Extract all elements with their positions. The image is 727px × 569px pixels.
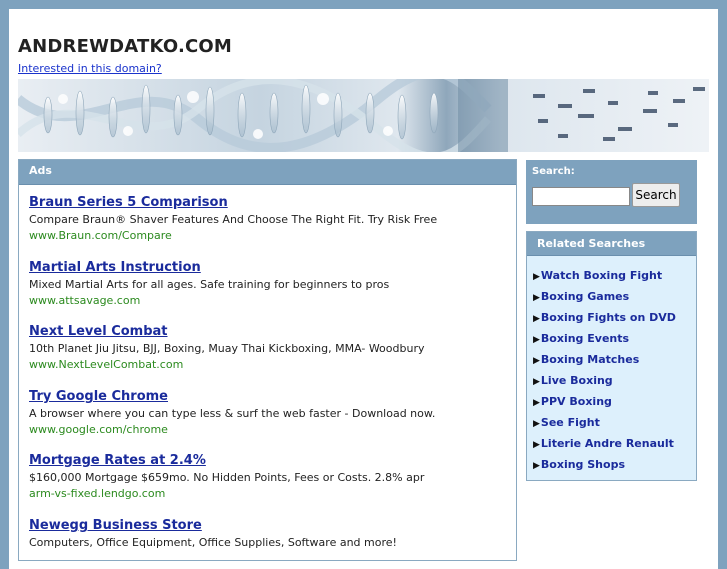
arrow-right-icon: ▶ bbox=[533, 314, 540, 324]
page-frame: ANDREWDATKO.COM Interested in this domai… bbox=[9, 9, 718, 569]
arrow-right-icon: ▶ bbox=[533, 440, 540, 450]
ad-description: Mixed Martial Arts for all ages. Safe tr… bbox=[29, 278, 390, 291]
arrow-right-icon: ▶ bbox=[533, 272, 540, 282]
related-search-link[interactable]: ▶Boxing Fights on DVD bbox=[533, 311, 696, 332]
search-label: Search: bbox=[532, 166, 575, 177]
ads-panel: Ads Braun Series 5 Comparison Compare Br… bbox=[18, 159, 517, 561]
related-search-label: Watch Boxing Fight bbox=[540, 269, 663, 282]
related-searches-panel: Related Searches ▶Watch Boxing Fight ▶Bo… bbox=[526, 231, 697, 481]
ad-description: $160,000 Mortgage $659mo. No Hidden Poin… bbox=[29, 471, 425, 484]
related-searches-list: ▶Watch Boxing Fight ▶Boxing Games ▶Boxin… bbox=[527, 256, 696, 479]
dna-graphic bbox=[18, 79, 705, 152]
related-search-link[interactable]: ▶Live Boxing bbox=[533, 374, 696, 395]
ad-item: Mortgage Rates at 2.4% $160,000 Mortgage… bbox=[29, 453, 424, 500]
related-search-label: Boxing Matches bbox=[540, 353, 640, 366]
related-search-link[interactable]: ▶PPV Boxing bbox=[533, 395, 696, 416]
arrow-right-icon: ▶ bbox=[533, 419, 540, 429]
ad-url-link[interactable]: www.google.com/chrome bbox=[29, 423, 435, 436]
domain-title: ANDREWDATKO.COM bbox=[18, 36, 233, 57]
ad-description: Computers, Office Equipment, Office Supp… bbox=[29, 536, 397, 549]
related-search-link[interactable]: ▶Boxing Events bbox=[533, 332, 696, 353]
arrow-right-icon: ▶ bbox=[533, 293, 540, 303]
arrow-right-icon: ▶ bbox=[533, 377, 540, 387]
ad-item: Try Google Chrome A browser where you ca… bbox=[29, 389, 435, 436]
interest-link[interactable]: Interested in this domain? bbox=[18, 62, 162, 75]
ad-url-link[interactable]: arm-vs-fixed.lendgo.com bbox=[29, 487, 424, 500]
related-search-label: Boxing Events bbox=[540, 332, 630, 345]
search-button[interactable]: Search bbox=[632, 183, 680, 207]
related-search-link[interactable]: ▶Boxing Games bbox=[533, 290, 696, 311]
related-search-link[interactable]: ▶Literie Andre Renault bbox=[533, 437, 696, 458]
ad-title-link[interactable]: Try Google Chrome bbox=[29, 389, 435, 404]
ad-url-link[interactable]: www.Braun.com/Compare bbox=[29, 229, 437, 242]
ad-title-link[interactable]: Martial Arts Instruction bbox=[29, 260, 389, 275]
search-input[interactable] bbox=[532, 187, 630, 206]
ad-url-link[interactable]: www.attsavage.com bbox=[29, 294, 389, 307]
arrow-right-icon: ▶ bbox=[533, 398, 540, 408]
related-search-link[interactable]: ▶Boxing Matches bbox=[533, 353, 696, 374]
related-search-label: Boxing Shops bbox=[540, 458, 625, 471]
ad-item: Braun Series 5 Comparison Compare Braun®… bbox=[29, 195, 437, 242]
related-search-label: Boxing Fights on DVD bbox=[540, 311, 676, 324]
related-search-label: Live Boxing bbox=[540, 374, 613, 387]
related-search-label: Literie Andre Renault bbox=[540, 437, 674, 450]
ad-item: Next Level Combat 10th Planet Jiu Jitsu,… bbox=[29, 324, 424, 371]
arrow-right-icon: ▶ bbox=[533, 461, 540, 471]
ad-description: 10th Planet Jiu Jitsu, BJJ, Boxing, Muay… bbox=[29, 342, 425, 355]
arrow-right-icon: ▶ bbox=[533, 335, 540, 345]
related-search-link[interactable]: ▶See Fight bbox=[533, 416, 696, 437]
banner-image bbox=[18, 79, 709, 152]
ad-title-link[interactable]: Braun Series 5 Comparison bbox=[29, 195, 437, 210]
related-search-label: PPV Boxing bbox=[540, 395, 612, 408]
ad-title-link[interactable]: Next Level Combat bbox=[29, 324, 424, 339]
related-searches-heading: Related Searches bbox=[527, 232, 696, 256]
related-search-label: See Fight bbox=[540, 416, 600, 429]
ad-description: A browser where you can type less & surf… bbox=[29, 407, 436, 420]
related-search-link[interactable]: ▶Boxing Shops bbox=[533, 458, 696, 479]
ads-heading: Ads bbox=[19, 160, 516, 185]
arrow-right-icon: ▶ bbox=[533, 356, 540, 366]
ad-title-link[interactable]: Mortgage Rates at 2.4% bbox=[29, 453, 424, 468]
ad-title-link[interactable]: Newegg Business Store bbox=[29, 518, 397, 533]
search-panel: Search: Search bbox=[526, 160, 697, 224]
ad-description: Compare Braun® Shaver Features And Choos… bbox=[29, 213, 438, 226]
ad-item: Martial Arts Instruction Mixed Martial A… bbox=[29, 260, 389, 307]
related-search-link[interactable]: ▶Watch Boxing Fight bbox=[533, 269, 696, 290]
ad-url-link[interactable]: www.NextLevelCombat.com bbox=[29, 358, 424, 371]
ad-item: Newegg Business Store Computers, Office … bbox=[29, 518, 397, 549]
related-search-label: Boxing Games bbox=[540, 290, 630, 303]
